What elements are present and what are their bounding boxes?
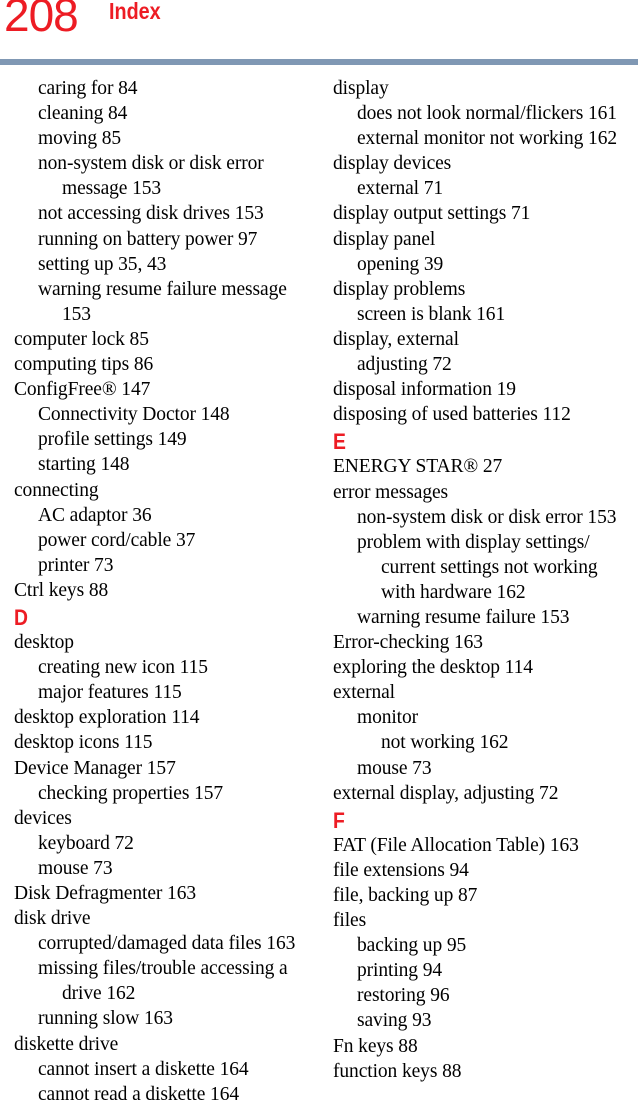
index-entry-level-1: computing tips 86 — [14, 354, 154, 376]
index-entry-level-2: problem with display settings/ — [357, 531, 590, 553]
index-entry-continuation: message 153 — [62, 178, 162, 200]
index-entry-level-1: desktop exploration 114 — [14, 707, 200, 729]
index-entry-level-1: display problems — [333, 278, 466, 300]
index-entry-level-2: non-system disk or disk error 153 — [357, 506, 617, 528]
index-entry-level-2: monitor — [357, 707, 419, 729]
index-entry-level-2: corrupted/damaged data files 163 — [38, 933, 296, 955]
index-entry-level-1: disposal information 19 — [333, 379, 516, 401]
index-entry-level-2: major features 115 — [38, 682, 182, 704]
index-entry-level-2: starting 148 — [38, 454, 130, 476]
index-entry-level-1: external display, adjusting 72 — [333, 782, 559, 804]
index-entry-level-1: FAT (File Allocation Table) 163 — [333, 834, 579, 856]
index-entry-continuation: 153 — [62, 303, 91, 325]
index-entry-level-1: computer lock 85 — [14, 328, 149, 350]
index-entry-level-2: does not look normal/flickers 161 — [357, 103, 617, 125]
index-entry-level-1: file, backing up 87 — [333, 885, 478, 906]
index-entry-level-2: running on battery power 97 — [38, 228, 258, 250]
index-entry-level-2: printer 73 — [38, 554, 114, 576]
index-entry-level-2: cleaning 84 — [38, 103, 128, 125]
index-entry-level-1: Error-checking 163 — [333, 632, 483, 654]
index-entry-level-2: Connectivity Doctor 148 — [38, 404, 230, 426]
index-entry-level-2: mouse 73 — [38, 857, 113, 879]
index-entry-level-2: warning resume failure message — [38, 278, 287, 300]
index-entry-level-1: ENERGY STAR® 27 — [333, 456, 503, 478]
index-entry-level-1: display output settings 71 — [333, 203, 531, 225]
index-column-right: display does not look normal/flickers 161… — [333, 76, 638, 1084]
index-entry-level-1: diskette drive — [14, 1033, 119, 1055]
index-entry-level-1: Ctrl keys 88 — [14, 579, 109, 601]
index-entry-level-1: Disk Defragmenter 163 — [14, 883, 197, 904]
index-entry-continuation: current settings not working — [381, 556, 598, 578]
index-entry-level-1: desktop icons 115 — [14, 732, 153, 754]
index-entry-level-1: connecting — [14, 479, 99, 501]
index-entry-level-2: screen is blank 161 — [357, 303, 506, 325]
index-section-letter: E — [333, 429, 346, 455]
index-entry-level-1: files — [333, 910, 367, 932]
index-entry-level-2: power cord/cable 37 — [38, 529, 196, 551]
index-entry-level-1: Fn keys 88 — [333, 1035, 418, 1057]
index-entry-level-1: disposing of used batteries 112 — [333, 404, 571, 426]
index-entry-level-2: external 71 — [357, 178, 444, 200]
index-entry-level-2: not accessing disk drives 153 — [38, 203, 264, 225]
index-entry-level-1: desktop — [14, 632, 74, 654]
index-entry-level-1: function keys 88 — [333, 1060, 462, 1082]
index-entry-level-2: setting up 35, 43 — [38, 253, 167, 275]
index-entry-level-1: devices — [14, 807, 72, 829]
index-entry-level-2: checking properties 157 — [38, 782, 224, 804]
index-entry-level-1: file extensions 94 — [333, 859, 469, 881]
index-entry-level-1: display devices — [333, 153, 452, 175]
page-number: 208 — [4, 0, 79, 41]
index-entry-level-2: cannot read a diskette 164 — [38, 1083, 239, 1105]
index-entry-level-2: backing up 95 — [357, 935, 467, 957]
index-entry-level-2: non-system disk or disk error — [38, 153, 264, 175]
index-entry-level-2: caring for 84 — [38, 78, 138, 99]
index-entry-level-1: display, external — [333, 328, 459, 350]
index-column-left: caring for 84 cleaning 84 moving 85 non-sys… — [14, 76, 319, 1107]
index-entry-level-1: display panel — [333, 228, 436, 250]
index-entry-level-2: creating new icon 115 — [38, 657, 208, 679]
index-entry-continuation: with hardware 162 — [381, 581, 526, 603]
index-entry-level-2: profile settings 149 — [38, 429, 187, 451]
index-section-letter: F — [333, 807, 345, 833]
index-entry-level-2: mouse 73 — [357, 757, 432, 779]
header-divider-rule — [0, 59, 638, 65]
index-entry-level-2: running slow 163 — [38, 1008, 173, 1030]
index-entry-level-1: Device Manager 157 — [14, 757, 176, 779]
running-head-title: Index — [109, 0, 161, 24]
index-entry-level-1: display — [333, 78, 389, 99]
index-entry-level-1: external — [333, 682, 395, 704]
index-entry-level-2: restoring 96 — [357, 985, 450, 1007]
index-entry-level-2: cannot insert a diskette 164 — [38, 1058, 249, 1080]
index-entry-level-2: keyboard 72 — [38, 832, 134, 854]
index-entry-level-3: not working 162 — [381, 732, 509, 754]
index-entry-level-2: external monitor not working 162 — [357, 128, 618, 150]
index-entry-level-2: saving 93 — [357, 1010, 432, 1032]
index-entry-level-1: disk drive — [14, 908, 91, 930]
index-entry-level-2: warning resume failure 153 — [357, 606, 570, 628]
index-entry-level-1: ConfigFree® 147 — [14, 379, 151, 401]
index-section-letter: D — [14, 604, 28, 630]
index-entry-continuation: drive 162 — [62, 983, 136, 1005]
index-entry-level-2: AC adaptor 36 — [38, 504, 152, 526]
index-entry-level-2: missing files/trouble accessing a — [38, 958, 288, 980]
index-entry-level-1: error messages — [333, 481, 449, 503]
index-entry-level-2: opening 39 — [357, 253, 444, 275]
index-entry-level-2: moving 85 — [38, 128, 122, 150]
page-header: 208 Index — [0, 0, 638, 65]
index-entry-level-1: exploring the desktop 114 — [333, 657, 533, 679]
index-entry-level-2: adjusting 72 — [357, 354, 452, 376]
index-entry-level-2: printing 94 — [357, 960, 443, 982]
